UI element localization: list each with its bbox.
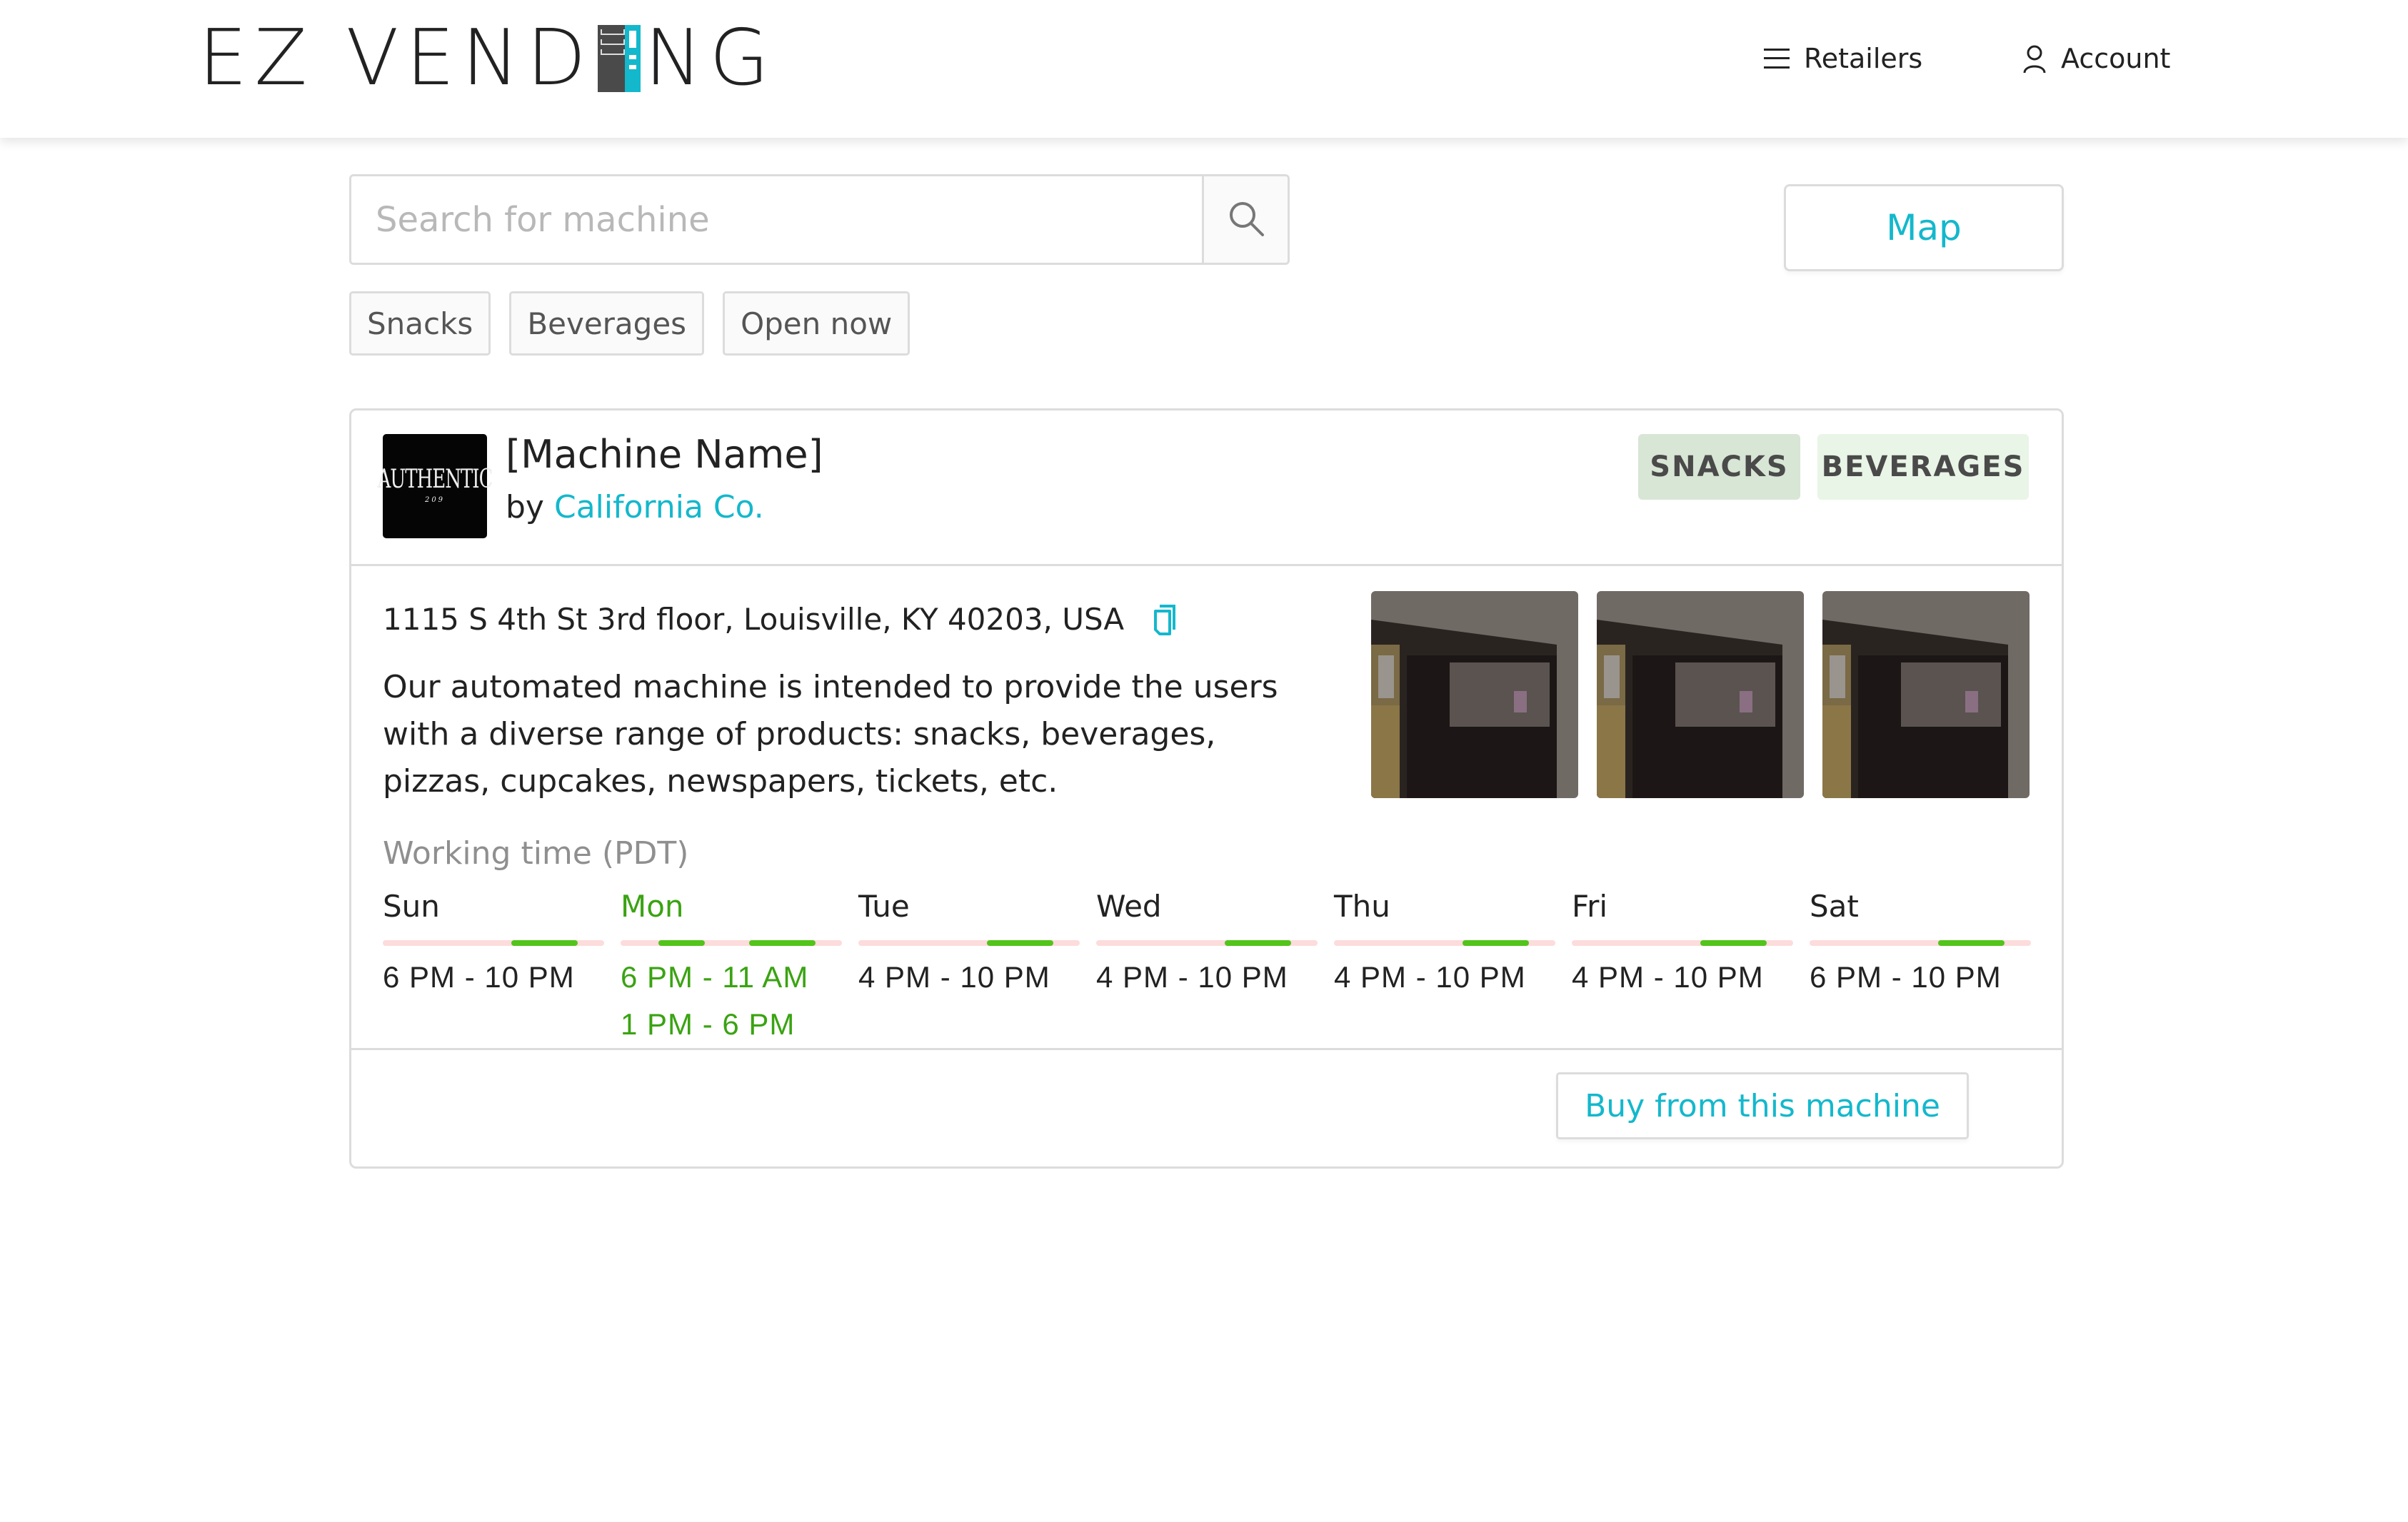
day-times: 4 PM - 10 PM <box>1096 960 1334 1007</box>
day-name: Tue <box>858 889 910 924</box>
day-column-sun: Sun 6 PM - 10 PM <box>383 889 621 1054</box>
nav-account[interactable]: Account <box>2022 43 2170 74</box>
day-column-fri: Fri 4 PM - 10 PM <box>1572 889 1810 1054</box>
search-icon <box>1227 199 1265 241</box>
time-range: 4 PM - 10 PM <box>1096 960 1288 994</box>
day-name: Wed <box>1096 889 1162 924</box>
day-timeline-bar <box>858 940 1080 946</box>
day-column-wed: Wed 4 PM - 10 PM <box>1096 889 1334 1054</box>
owner-line: by California Co. <box>506 489 764 525</box>
by-prefix: by <box>506 489 544 525</box>
time-range: 4 PM - 10 PM <box>1334 960 1526 994</box>
open-interval <box>511 940 578 946</box>
time-range: 6 PM - 10 PM <box>1810 960 2002 994</box>
day-timeline-bar <box>1334 940 1555 946</box>
time-range: 6 PM - 11 AM <box>621 960 809 994</box>
working-time-label: Working time (PDT) <box>383 835 689 872</box>
open-interval <box>748 940 816 946</box>
logo-text-right: NG <box>644 14 777 103</box>
machine-name: [Machine Name] <box>506 432 823 477</box>
machine-photos <box>1371 591 2030 798</box>
open-interval <box>658 940 705 946</box>
day-timeline-bar <box>1810 940 2031 946</box>
site-header: EZ VEND NG Retailers Account <box>0 0 2408 138</box>
brand-logo-subtext: 209 <box>424 495 446 504</box>
owner-link[interactable]: California Co. <box>554 489 764 525</box>
brand-logo: AUTHENTIC 209 <box>378 434 493 538</box>
time-range: 4 PM - 10 PM <box>1572 960 1764 994</box>
logo-text-left: EZ VEND <box>199 14 593 103</box>
day-times: 4 PM - 10 PM <box>1572 960 1810 1007</box>
search-button[interactable] <box>1202 176 1288 263</box>
day-column-sat: Sat 6 PM - 10 PM <box>1810 889 2047 1054</box>
menu-icon <box>1764 47 1790 70</box>
open-interval <box>1937 940 2005 946</box>
filter-chips: Snacks Beverages Open now <box>349 291 910 356</box>
day-timeline-bar <box>383 940 604 946</box>
machine-address: 1115 S 4th St 3rd floor, Louisville, KY … <box>383 602 1177 637</box>
ez-vending-logo[interactable]: EZ VEND NG <box>199 14 777 103</box>
day-timeline-bar <box>621 940 842 946</box>
weekly-schedule: Sun 6 PM - 10 PM Mon 6 PM - 11 AM 1 PM - 6 P… <box>383 889 2047 1054</box>
machine-card-header: AUTHENTIC 209 [Machine Name] by Californ… <box>351 410 2062 566</box>
time-range: 4 PM - 10 PM <box>858 960 1050 994</box>
day-name: Mon <box>621 889 684 924</box>
day-column-thu: Thu 4 PM - 10 PM <box>1334 889 1572 1054</box>
day-timeline-bar <box>1572 940 1793 946</box>
address-text: 1115 S 4th St 3rd floor, Louisville, KY … <box>383 602 1125 637</box>
tag-beverages: BEVERAGES <box>1817 434 2029 500</box>
vending-machine-icon <box>597 25 641 92</box>
day-column-tue: Tue 4 PM - 10 PM <box>858 889 1096 1054</box>
filter-snacks[interactable]: Snacks <box>349 291 491 356</box>
open-interval <box>1224 940 1291 946</box>
day-name: Thu <box>1334 889 1390 924</box>
day-column-mon: Mon 6 PM - 11 AM 1 PM - 6 PM <box>621 889 858 1054</box>
day-name: Sun <box>383 889 440 924</box>
machine-photo[interactable] <box>1597 591 1804 798</box>
day-times: 4 PM - 10 PM <box>1334 960 1572 1007</box>
brand-logo-text: AUTHENTIC <box>377 464 493 495</box>
day-name: Sat <box>1810 889 1859 924</box>
buy-from-machine-button[interactable]: Buy from this machine <box>1556 1072 1969 1139</box>
day-timeline-bar <box>1096 940 1318 946</box>
machine-card: AUTHENTIC 209 [Machine Name] by Californ… <box>349 408 2064 1169</box>
day-times: 6 PM - 10 PM <box>1810 960 2047 1007</box>
open-interval <box>986 940 1053 946</box>
search-bar <box>349 174 1290 265</box>
map-button[interactable]: Map <box>1784 184 2064 271</box>
nav-retailers-label: Retailers <box>1804 43 1923 74</box>
card-divider <box>351 1048 2062 1050</box>
user-icon <box>2022 44 2047 73</box>
open-interval <box>1462 940 1529 946</box>
open-interval <box>1700 940 1767 946</box>
day-name: Fri <box>1572 889 1608 924</box>
time-range: 6 PM - 10 PM <box>383 960 575 994</box>
nav-retailers[interactable]: Retailers <box>1764 43 1922 74</box>
day-times: 6 PM - 11 AM 1 PM - 6 PM <box>621 960 858 1054</box>
day-times: 4 PM - 10 PM <box>858 960 1096 1007</box>
search-input[interactable] <box>351 176 1202 263</box>
copy-icon[interactable] <box>1153 604 1177 635</box>
machine-photo[interactable] <box>1371 591 1578 798</box>
machine-description: Our automated machine is intended to pro… <box>383 669 1278 800</box>
nav-account-label: Account <box>2061 43 2171 74</box>
day-times: 6 PM - 10 PM <box>383 960 621 1007</box>
machine-photo[interactable] <box>1822 591 2030 798</box>
filter-beverages[interactable]: Beverages <box>509 291 705 356</box>
tag-snacks: SNACKS <box>1638 434 1800 500</box>
filter-open-now[interactable]: Open now <box>723 291 910 356</box>
